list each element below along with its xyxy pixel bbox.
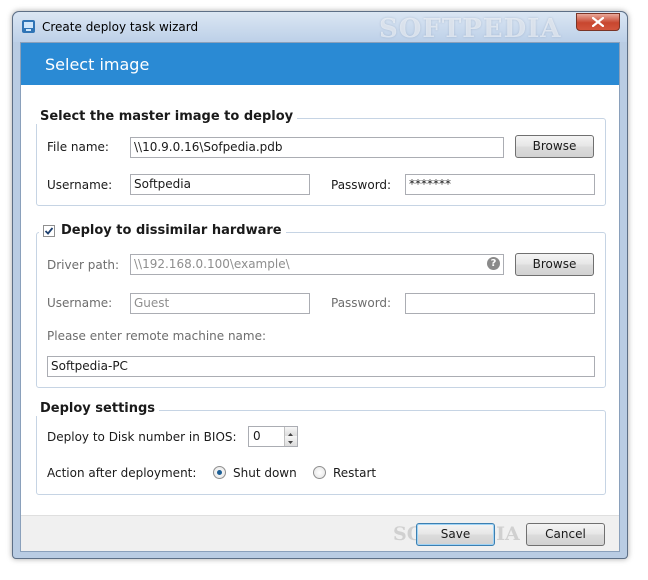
close-button[interactable] bbox=[576, 13, 620, 31]
cancel-button[interactable]: Cancel bbox=[526, 523, 605, 546]
driver-path-input[interactable]: \\192.168.0.100\example\ bbox=[130, 254, 504, 275]
shut-down-label[interactable]: Shut down bbox=[233, 466, 297, 480]
help-icon[interactable]: ? bbox=[487, 257, 500, 270]
restart-label[interactable]: Restart bbox=[333, 466, 376, 480]
spin-up-button[interactable] bbox=[284, 427, 297, 436]
app-icon bbox=[22, 20, 35, 33]
dissimilar-hardware-legend[interactable]: Deploy to dissimilar hardware bbox=[39, 223, 286, 238]
wizard-window: Create deploy task wizard SOFTPEDIA Sele… bbox=[12, 11, 628, 559]
driver-path-label: Driver path: bbox=[47, 258, 120, 272]
radio-selected-dot bbox=[217, 470, 222, 475]
checkmark-icon bbox=[44, 226, 54, 235]
browse-image-button[interactable]: Browse bbox=[515, 135, 594, 158]
shut-down-radio[interactable] bbox=[213, 466, 226, 479]
softpedia-watermark: SOFTPEDIA bbox=[379, 14, 562, 44]
browse-driver-button[interactable]: Browse bbox=[515, 253, 594, 276]
dissimilar-hardware-checkbox[interactable] bbox=[43, 224, 55, 237]
spin-down-button[interactable] bbox=[284, 436, 297, 446]
disk-number-value: 0 bbox=[253, 429, 261, 443]
master-image-legend-text: Select the master image to deploy bbox=[40, 109, 294, 124]
username-input[interactable]: Softpedia bbox=[130, 174, 310, 195]
remote-username-label: Username: bbox=[47, 296, 113, 310]
disk-number-label: Deploy to Disk number in BIOS: bbox=[47, 430, 237, 444]
remote-username-input[interactable]: Guest bbox=[130, 293, 310, 314]
save-button[interactable]: Save bbox=[416, 523, 495, 546]
password-label: Password: bbox=[331, 178, 392, 192]
master-image-legend: Select the master image to deploy bbox=[36, 109, 298, 124]
username-label: Username: bbox=[47, 178, 113, 192]
disk-number-spinner[interactable]: 0 bbox=[248, 426, 298, 447]
deploy-settings-legend-text: Deploy settings bbox=[40, 401, 156, 416]
remote-password-input[interactable] bbox=[405, 293, 595, 314]
save-button-label: Save bbox=[440, 527, 471, 541]
remote-password-label: Password: bbox=[331, 296, 392, 310]
password-input[interactable]: ******* bbox=[405, 174, 595, 195]
deploy-settings-legend: Deploy settings bbox=[36, 401, 160, 416]
action-after-label: Action after deployment: bbox=[47, 466, 197, 480]
window-title: Create deploy task wizard bbox=[42, 20, 199, 34]
file-name-input[interactable]: \\10.9.0.16\Sofpedia.pdb bbox=[130, 137, 504, 158]
wizard-client-area: Select image Select the master image to … bbox=[20, 42, 620, 552]
cancel-button-label: Cancel bbox=[545, 527, 586, 541]
page-header: Select image bbox=[21, 43, 619, 85]
remote-machine-input[interactable]: Softpedia-PC bbox=[47, 356, 595, 377]
dissimilar-hardware-legend-text: Deploy to dissimilar hardware bbox=[61, 223, 282, 238]
file-name-label: File name: bbox=[47, 140, 109, 154]
title-bar[interactable]: Create deploy task wizard SOFTPEDIA bbox=[13, 12, 627, 44]
wizard-footer: SOFTPEDIA Save Cancel bbox=[21, 515, 619, 551]
close-icon bbox=[592, 17, 604, 27]
arrow-down-icon bbox=[288, 441, 293, 444]
remote-machine-prompt: Please enter remote machine name: bbox=[47, 329, 267, 343]
restart-radio[interactable] bbox=[313, 466, 326, 479]
deploy-settings-group bbox=[36, 410, 606, 495]
page-title: Select image bbox=[45, 55, 150, 74]
